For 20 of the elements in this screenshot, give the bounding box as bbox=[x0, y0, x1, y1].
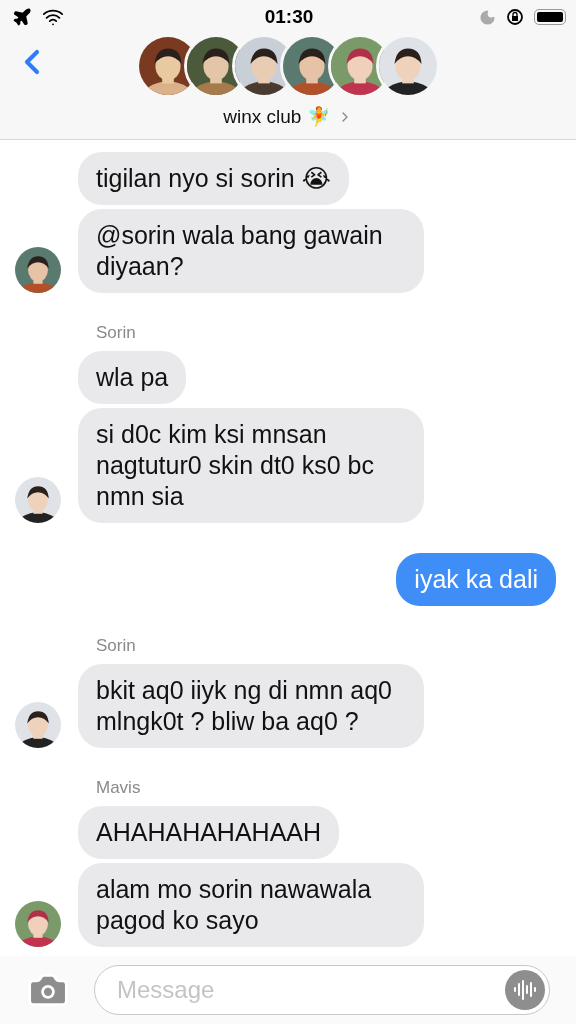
voice-button[interactable] bbox=[505, 970, 545, 1010]
sender-name: Sorin bbox=[96, 323, 136, 343]
message-bubble: iyak ka dali bbox=[396, 553, 556, 606]
message-bubble: wla pa bbox=[78, 351, 187, 404]
sender-name: Mavis bbox=[96, 778, 141, 798]
message-bubble: tigilan nyo si sorin 😭 bbox=[78, 152, 349, 205]
message-bubble: si d0c kim ksi mnsan nagtutur0 skin dt0 ks0 bc nmn sia bbox=[78, 408, 424, 523]
message-bubble: AHAHAHAHAHAAH bbox=[78, 806, 340, 859]
moon-icon bbox=[479, 8, 496, 26]
message-bubble: bkit aq0 iiyk ng di nmn aq0 mlngk0t ? bliw ba aq0 ? bbox=[78, 664, 424, 748]
battery-icon bbox=[534, 9, 566, 25]
group-title[interactable]: winx club 🧚 bbox=[217, 104, 359, 129]
airplane-icon bbox=[12, 7, 32, 27]
waveform-icon bbox=[513, 978, 537, 1002]
message-box[interactable]: Message bbox=[94, 965, 550, 1015]
sender-name: Sorin bbox=[96, 636, 136, 656]
message-bubble: alam mo sorin nawawala pagod ko sayo bbox=[78, 863, 424, 947]
message-bubble: @sorin wala bang gawain diyaan? bbox=[78, 209, 424, 293]
status-time: 01:30 bbox=[264, 6, 314, 28]
rotation-lock-icon bbox=[506, 8, 524, 26]
